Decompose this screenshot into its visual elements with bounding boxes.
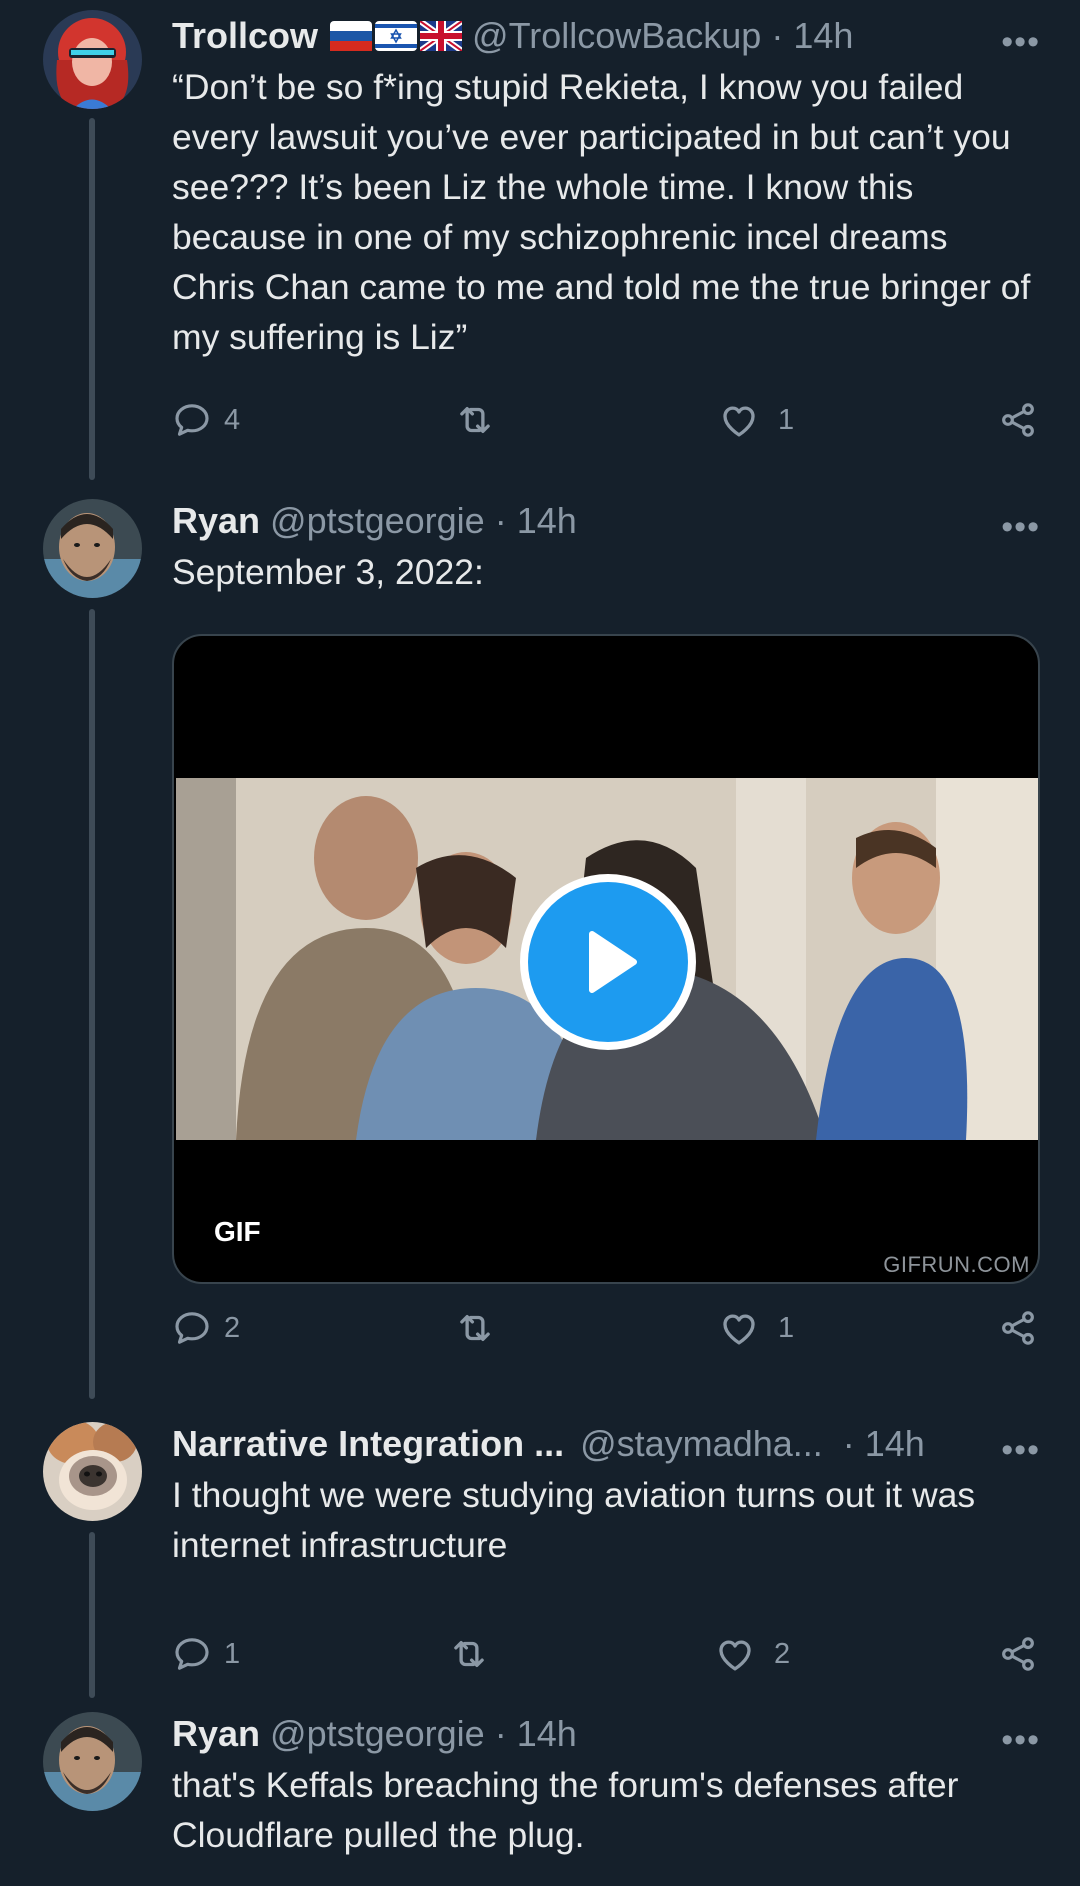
reply-count: 1 — [224, 1637, 241, 1670]
play-icon — [589, 931, 637, 993]
handle[interactable]: @staymadha... — [580, 1418, 823, 1470]
retweet-button[interactable] — [454, 1302, 496, 1354]
tweet-text: September 3, 2022: — [172, 552, 484, 592]
watermark: GIFRUN.COM — [883, 1252, 1030, 1277]
thread-line — [89, 609, 95, 1399]
share-button[interactable] — [998, 1628, 1038, 1680]
retweet-icon — [454, 399, 496, 441]
reply-button[interactable]: 4 — [172, 394, 240, 446]
tweet-header: Trollcow @TrollcowBackup · 14h ••• — [172, 10, 1040, 62]
conversation-feed: Trollcow @TrollcowBackup · 14h ••• “Don’… — [0, 0, 1080, 1886]
tweet-text: I thought we were studying aviation turn… — [172, 1475, 976, 1565]
uk-flag-icon — [420, 21, 463, 51]
tweet-text: that's Keffals breaching the forum's def… — [172, 1765, 959, 1855]
like-button[interactable]: 2 — [714, 1628, 790, 1680]
play-button[interactable] — [520, 874, 696, 1050]
like-button[interactable]: 1 — [718, 1302, 794, 1354]
retweet-icon — [448, 1633, 490, 1675]
timestamp[interactable]: · 14h — [495, 495, 577, 547]
gif-media[interactable]: GIF GIFRUN.COM — [172, 634, 1040, 1284]
like-button[interactable]: 1 — [718, 394, 794, 446]
reply-button[interactable]: 2 — [172, 1302, 240, 1354]
tweet-header: Ryan @ptstgeorgie · 14h ••• — [172, 1708, 1040, 1760]
display-name[interactable]: Trollcow — [172, 10, 318, 62]
handle[interactable]: @ptstgeorgie — [270, 1708, 485, 1760]
timestamp[interactable]: · 14h — [771, 10, 853, 62]
display-name[interactable]: Narrative Integration ... — [172, 1418, 564, 1470]
more-options-icon[interactable]: ••• — [1001, 1714, 1040, 1766]
thread-line — [89, 118, 95, 480]
like-icon — [714, 1633, 756, 1675]
more-options-icon[interactable]: ••• — [1001, 1424, 1040, 1476]
retweet-button[interactable] — [448, 1628, 490, 1680]
like-count: 1 — [778, 403, 795, 436]
timestamp[interactable]: · 14h — [843, 1418, 925, 1470]
thread-line — [89, 1532, 95, 1698]
tweet-text: “Don’t be so f*ing stupid Rekieta, I kno… — [172, 67, 1031, 357]
avatar[interactable] — [43, 1422, 142, 1521]
tweet-header: Ryan @ptstgeorgie · 14h ••• — [172, 495, 1040, 547]
israel-flag-icon — [375, 21, 418, 51]
like-count: 1 — [778, 1311, 795, 1344]
reply-icon — [172, 1308, 212, 1348]
avatar[interactable] — [43, 10, 142, 109]
tweet-ryan-gif[interactable]: Ryan @ptstgeorgie · 14h ••• September 3,… — [0, 495, 1080, 1400]
like-icon — [718, 1307, 760, 1349]
avatar[interactable] — [43, 1712, 142, 1811]
share-button[interactable] — [998, 1302, 1038, 1354]
reply-icon — [172, 1634, 212, 1674]
handle[interactable]: @TrollcowBackup — [472, 10, 761, 62]
retweet-icon — [454, 1307, 496, 1349]
timestamp[interactable]: · 14h — [495, 1708, 577, 1760]
display-name[interactable]: Ryan — [172, 495, 260, 547]
share-icon — [998, 1634, 1038, 1674]
tweet-header: Narrative Integration ... @staymadha... … — [172, 1418, 1040, 1470]
display-name[interactable]: Ryan — [172, 1708, 260, 1760]
action-bar: 1 2 — [172, 1628, 1040, 1680]
reply-button[interactable]: 1 — [172, 1628, 240, 1680]
tweet-trollcow[interactable]: Trollcow @TrollcowBackup · 14h ••• “Don’… — [0, 0, 1080, 480]
share-icon — [998, 1308, 1038, 1348]
russia-flag-icon — [330, 21, 373, 51]
action-bar: 4 1 — [172, 394, 1040, 446]
like-icon — [718, 399, 760, 441]
handle[interactable]: @ptstgeorgie — [270, 495, 485, 547]
more-options-icon[interactable]: ••• — [1001, 501, 1040, 553]
tweet-narrative-integration[interactable]: Narrative Integration ... @staymadha... … — [0, 1418, 1080, 1698]
gif-badge: GIF — [214, 1216, 261, 1247]
action-bar: 2 1 — [172, 1302, 1040, 1354]
share-icon — [998, 400, 1038, 440]
more-options-icon[interactable]: ••• — [1001, 16, 1040, 68]
flag-emojis — [330, 21, 463, 51]
like-count: 2 — [774, 1637, 791, 1670]
reply-count: 4 — [224, 403, 241, 436]
retweet-button[interactable] — [454, 394, 496, 446]
tweet-ryan-reply[interactable]: Ryan @ptstgeorgie · 14h ••• that's Keffa… — [0, 1708, 1080, 1886]
avatar[interactable] — [43, 499, 142, 598]
share-button[interactable] — [998, 394, 1038, 446]
reply-icon — [172, 400, 212, 440]
reply-count: 2 — [224, 1311, 241, 1344]
